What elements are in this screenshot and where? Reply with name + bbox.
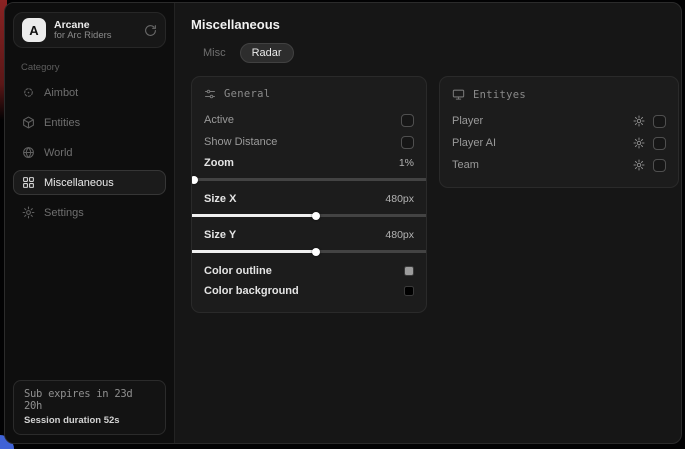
brand-logo: A [22,18,46,42]
app-window: A Arcane for Arc Riders Category Aimbot [4,2,682,444]
toggle-row-active: Active [204,109,414,131]
color-background-swatch[interactable] [404,286,414,296]
toggle-label: Show Distance [204,136,277,148]
zoom-slider[interactable] [192,178,426,181]
crosshair-icon [22,86,35,99]
cube-icon [22,116,35,129]
team-checkbox[interactable] [653,159,666,172]
general-panel: General Active Show Distance Zoom 1% [191,76,427,313]
slider-row-size-y: Size Y 480px [204,225,414,245]
sidebar-item-entities[interactable]: Entities [13,110,166,135]
sidebar-item-label: Entities [44,117,80,129]
color-row-background: Color background [204,281,414,301]
entity-row-player-ai: Player AI [452,132,666,154]
sidebar: A Arcane for Arc Riders Category Aimbot [5,3,175,443]
sidebar-item-label: World [44,147,73,159]
entity-label: Player [452,115,483,127]
slider-label: Size X [204,193,236,205]
slider-value: 480px [385,229,414,241]
sidebar-item-label: Aimbot [44,87,78,99]
color-label: Color background [204,285,299,297]
entities-panel-title: Entityes [473,89,526,101]
page-title: Miscellaneous [191,17,679,32]
sidebar-item-label: Settings [44,207,84,219]
general-panel-title: General [224,88,270,100]
main-content: Miscellaneous Misc Radar General Active [175,3,682,443]
entity-label: Team [452,159,479,171]
sidebar-item-label: Miscellaneous [44,177,114,189]
sidebar-item-settings[interactable]: Settings [13,200,166,225]
color-row-outline: Color outline [204,261,414,281]
gear-icon[interactable] [633,115,645,127]
sidebar-item-miscellaneous[interactable]: Miscellaneous [13,170,166,195]
show-distance-checkbox[interactable] [401,136,414,149]
subscription-card: Sub expires in 23d 20h Session duration … [13,380,166,435]
entity-row-team: Team [452,154,666,176]
entity-row-player: Player [452,110,666,132]
color-label: Color outline [204,265,272,277]
slider-value: 1% [399,157,414,169]
globe-icon [22,146,35,159]
refresh-icon[interactable] [144,24,157,37]
gear-icon[interactable] [633,137,645,149]
sidebar-item-world[interactable]: World [13,140,166,165]
grid-icon [22,176,35,189]
brand-title: Arcane [54,19,136,31]
tab-misc[interactable]: Misc [191,43,238,63]
brand-card: A Arcane for Arc Riders [13,12,166,48]
toggle-label: Active [204,114,234,126]
sidebar-nav: Aimbot Entities World [13,80,166,225]
session-duration-text: Session duration 52s [24,415,155,426]
player-checkbox[interactable] [653,115,666,128]
player-ai-checkbox[interactable] [653,137,666,150]
subscription-expires-text: Sub expires in 23d 20h [24,388,155,412]
slider-label: Size Y [204,229,236,241]
category-label: Category [21,62,160,73]
brand-subtitle: for Arc Riders [54,31,136,42]
entity-label: Player AI [452,137,496,149]
slider-label: Zoom [204,157,234,169]
tab-radar[interactable]: Radar [240,43,294,63]
slider-row-size-x: Size X 480px [204,189,414,209]
entities-panel: Entityes Player P [439,76,679,188]
size-x-slider[interactable] [192,214,426,217]
slider-handle[interactable] [312,248,320,256]
active-checkbox[interactable] [401,114,414,127]
tab-bar: Misc Radar [191,43,679,63]
slider-row-zoom: Zoom 1% [204,153,414,173]
slider-value: 480px [385,193,414,205]
sliders-icon [204,88,216,100]
monitor-icon [452,88,465,101]
toggle-row-show-distance: Show Distance [204,131,414,153]
color-outline-swatch[interactable] [404,266,414,276]
sidebar-item-aimbot[interactable]: Aimbot [13,80,166,105]
size-y-slider[interactable] [192,250,426,253]
slider-handle[interactable] [312,212,320,220]
slider-handle[interactable] [191,176,198,184]
gear-icon[interactable] [633,159,645,171]
gear-icon [22,206,35,219]
